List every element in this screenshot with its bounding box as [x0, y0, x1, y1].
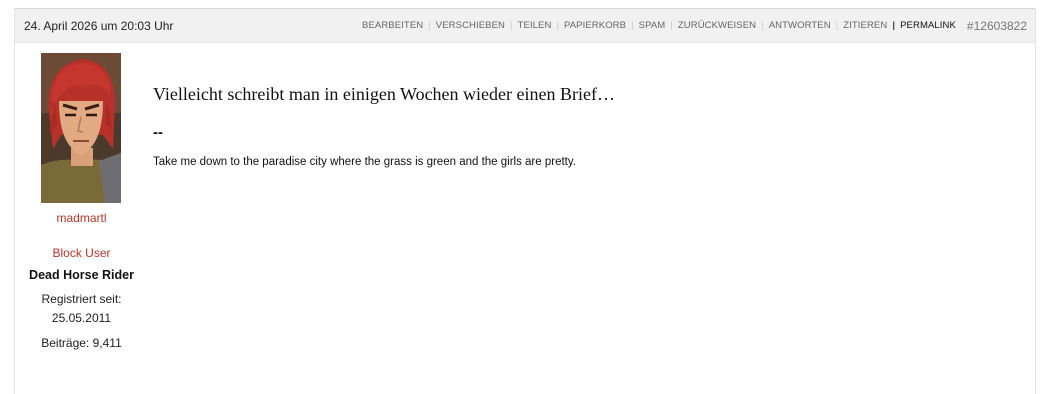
quote-link[interactable]: ZITIEREN: [843, 20, 887, 31]
registered-date: 25.05.2011: [51, 311, 112, 325]
action-separator: |: [631, 20, 634, 31]
post-message: Vielleicht schreibt man in einigen Woche…: [153, 84, 615, 104]
post-content: Vielleicht schreibt man in einigen Woche…: [153, 84, 1013, 168]
action-separator: |: [892, 20, 896, 31]
avatar-red-haired-cartoon-man-icon: [41, 53, 121, 203]
move-link[interactable]: VERSCHIEBEN: [436, 20, 505, 31]
avatar[interactable]: [41, 53, 121, 203]
block-user-link[interactable]: Block User: [15, 246, 148, 260]
spam-link[interactable]: SPAM: [639, 20, 666, 31]
share-link[interactable]: TEILEN: [518, 20, 552, 31]
post-actions: BEARBEITEN | VERSCHIEBEN | TEILEN | PAPI…: [362, 20, 956, 31]
user-rank: Dead Horse Rider: [29, 268, 134, 282]
post-count: Beiträge: 9,411: [41, 336, 122, 350]
action-separator: |: [556, 20, 560, 31]
registered-label: Registriert seit:: [41, 292, 122, 306]
forum-post: 24. April 2026 um 20:03 Uhr BEARBEITEN |…: [14, 8, 1036, 394]
post-header: 24. April 2026 um 20:03 Uhr BEARBEITEN |…: [15, 9, 1035, 43]
action-separator: |: [670, 20, 673, 31]
action-separator: |: [761, 20, 764, 31]
permalink-link[interactable]: PERMALINK: [900, 20, 956, 31]
edit-link[interactable]: BEARBEITEN: [362, 20, 423, 31]
reply-link[interactable]: ANTWORTEN: [769, 20, 831, 31]
post-date: 24. April 2026 um 20:03 Uhr: [24, 18, 174, 33]
action-separator: |: [428, 20, 431, 31]
username-link[interactable]: madmartl: [15, 211, 148, 225]
post-id-link[interactable]: #12603822: [967, 19, 1027, 33]
action-separator: |: [510, 20, 513, 31]
signature-separator: --: [153, 124, 163, 141]
signature: Take me down to the paradise city where …: [153, 156, 576, 168]
reject-link[interactable]: ZURÜCKWEISEN: [678, 20, 756, 31]
trash-link[interactable]: PAPIERKORB: [564, 20, 626, 31]
action-separator: |: [835, 20, 839, 31]
